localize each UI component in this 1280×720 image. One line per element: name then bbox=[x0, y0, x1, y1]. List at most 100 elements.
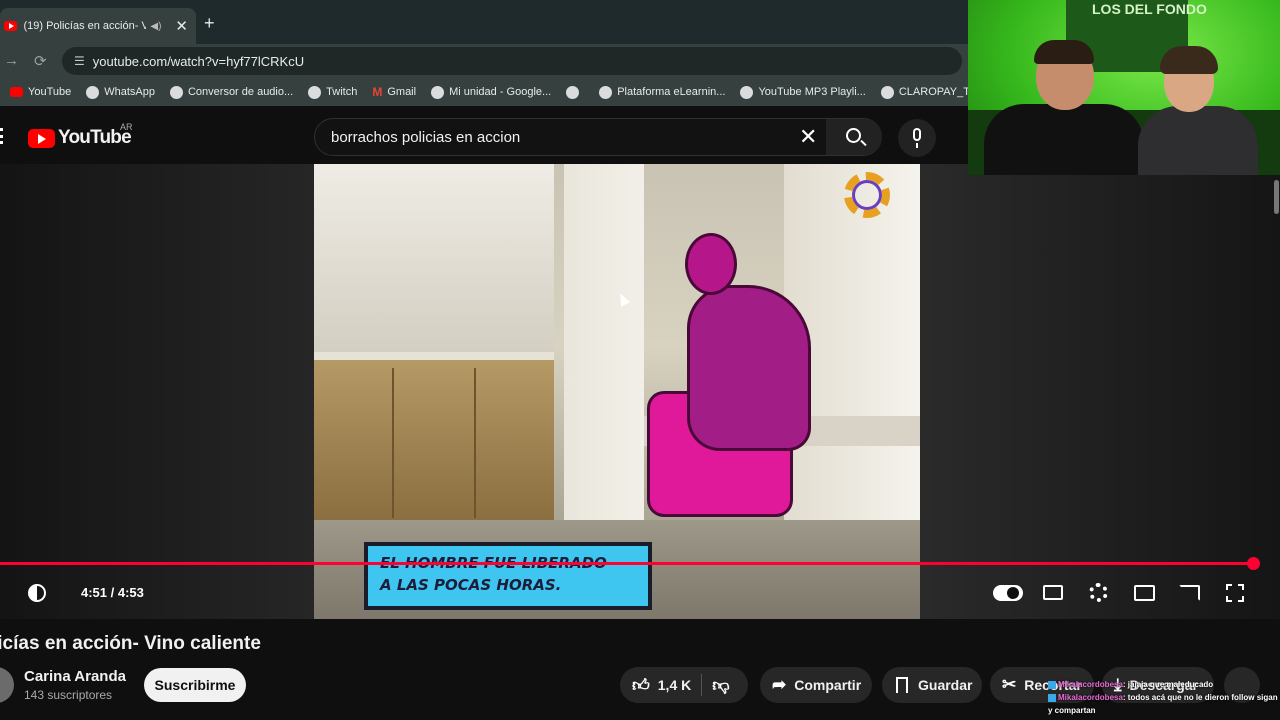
stream-chat: Mikalacordobesa: jajaja que maleducado M… bbox=[1048, 678, 1280, 717]
progress-bar[interactable] bbox=[0, 562, 1254, 565]
bookmark-label: Plataforma eLearnin... bbox=[617, 86, 726, 98]
address-url[interactable]: youtube.com/watch?v=hyf77lCRKcU bbox=[93, 54, 304, 69]
page-scrollbar[interactable] bbox=[1274, 180, 1279, 214]
channel-13-logo bbox=[844, 172, 890, 218]
gear-icon[interactable] bbox=[1089, 583, 1108, 602]
thumbs-down-icon[interactable]: 👎︎ bbox=[712, 675, 729, 696]
search-query[interactable]: borrachos policias en accion bbox=[331, 129, 520, 146]
bookmark-label: Twitch bbox=[326, 86, 358, 98]
bookmark-label: Conversor de audio... bbox=[187, 86, 294, 98]
globe-icon bbox=[566, 85, 580, 99]
scene-pillar bbox=[564, 164, 644, 524]
bookmark-unnamed[interactable] bbox=[566, 85, 584, 99]
streamer-right-hair bbox=[1160, 46, 1218, 74]
channel-name[interactable]: Carina Aranda bbox=[24, 668, 126, 685]
search-button[interactable] bbox=[826, 119, 882, 155]
share-button[interactable]: ➦ Compartir bbox=[760, 667, 872, 703]
subscribe-button[interactable]: Suscribirme bbox=[144, 668, 246, 702]
bookmark-mi-unidad[interactable]: Mi unidad - Google... bbox=[431, 85, 552, 99]
cast-icon[interactable] bbox=[1179, 585, 1200, 601]
scissors-icon: ✂ bbox=[1002, 675, 1017, 694]
bookmark-elearning[interactable]: Plataforma eLearnin... bbox=[599, 85, 726, 99]
globe-icon bbox=[308, 85, 322, 99]
globe-icon bbox=[86, 85, 100, 99]
save-button[interactable]: Guardar bbox=[882, 667, 982, 703]
chat-message: Mikalacordobesa: jajaja que maleducado bbox=[1048, 678, 1280, 691]
chat-user: Mikalacordobesa bbox=[1058, 680, 1123, 689]
tab-close-icon[interactable]: ✕ bbox=[175, 17, 188, 35]
bookmark-label: Gmail bbox=[387, 86, 417, 98]
streamer-left-body bbox=[984, 104, 1144, 175]
highlighted-man-head bbox=[688, 236, 734, 292]
like-count[interactable]: 1,4 K bbox=[658, 677, 691, 693]
video-frame[interactable]: EL HOMBRE FUE LIBERADO A LAS POCAS HORAS… bbox=[314, 164, 920, 619]
chat-badge-icon bbox=[1048, 693, 1056, 702]
clear-search-icon[interactable]: ✕ bbox=[799, 124, 817, 150]
bookmark-label: YouTube MP3 Playli... bbox=[758, 86, 866, 98]
tab-title: (19) Policías en acción- Vino caliente -… bbox=[23, 20, 147, 32]
avatar[interactable] bbox=[0, 667, 14, 703]
streamer-left-hair bbox=[1034, 40, 1094, 64]
progress-scrubber[interactable] bbox=[1247, 557, 1260, 570]
caption-line: A LAS POCAS HORAS. bbox=[380, 576, 562, 594]
video-caption-box: EL HOMBRE FUE LIBERADO A LAS POCAS HORAS… bbox=[364, 542, 652, 610]
youtube-logo[interactable]: YouTube AR bbox=[28, 122, 133, 149]
youtube-play-icon bbox=[28, 128, 55, 148]
region-code: AR bbox=[120, 122, 133, 132]
divider bbox=[701, 674, 703, 696]
browser-tab[interactable]: (19) Policías en acción- Vino caliente -… bbox=[0, 8, 196, 44]
search-icon bbox=[846, 128, 861, 143]
save-label: Guardar bbox=[918, 677, 973, 693]
globe-icon bbox=[169, 85, 183, 99]
thumbs-up-icon[interactable]: 👍︎ bbox=[632, 675, 650, 696]
chat-message: Mikalacordobesa: todos acá que no le die… bbox=[1048, 691, 1280, 717]
chat-text: : jajaja que maleducado bbox=[1122, 680, 1214, 689]
streamer-webcam: LOS DEL FONDO bbox=[968, 0, 1280, 175]
address-bar[interactable]: ☰ youtube.com/watch?v=hyf77lCRKcU bbox=[62, 47, 962, 75]
chat-user: Mikalacordobesa bbox=[1058, 693, 1123, 702]
share-icon: ➦ bbox=[772, 675, 787, 694]
microphone-icon bbox=[913, 128, 921, 141]
bookmark-gmail[interactable]: M Gmail bbox=[372, 85, 416, 99]
video-title: licías en acción- Vino caliente bbox=[0, 633, 261, 654]
bookmark-label: YouTube bbox=[28, 86, 72, 98]
site-settings-icon[interactable]: ☰ bbox=[74, 54, 85, 68]
screen: (19) Policías en acción- Vino caliente -… bbox=[0, 0, 1280, 720]
autoplay-toggle[interactable] bbox=[993, 585, 1023, 601]
guide-menu-icon[interactable] bbox=[0, 128, 4, 144]
microphone-stem bbox=[916, 143, 918, 148]
scene-wall bbox=[314, 164, 554, 364]
share-label: Compartir bbox=[794, 677, 862, 693]
miniplayer-icon[interactable] bbox=[1134, 585, 1155, 601]
bookmark-label: Mi unidad - Google... bbox=[449, 86, 552, 98]
player-letterbox-right bbox=[920, 164, 1280, 619]
bookmark-conversor[interactable]: Conversor de audio... bbox=[169, 85, 294, 99]
globe-icon bbox=[880, 85, 894, 99]
new-tab-button[interactable]: + bbox=[204, 13, 215, 34]
counter-seam bbox=[474, 368, 476, 518]
video-player[interactable]: EL HOMBRE FUE LIBERADO A LAS POCAS HORAS… bbox=[0, 164, 1280, 619]
bookmark-icon bbox=[896, 677, 908, 693]
youtube-icon bbox=[10, 87, 23, 97]
subscriber-count: 143 suscriptores bbox=[24, 688, 113, 702]
time-display: 4:51 / 4:53 bbox=[81, 585, 144, 600]
subtitles-icon[interactable] bbox=[1043, 585, 1063, 600]
bookmark-mp3-playlist[interactable]: YouTube MP3 Playli... bbox=[740, 85, 866, 99]
gmail-icon: M bbox=[372, 85, 383, 99]
volume-icon[interactable] bbox=[28, 584, 46, 602]
voice-search-button[interactable] bbox=[898, 119, 936, 157]
video-caption: EL HOMBRE FUE LIBERADO A LAS POCAS HORAS… bbox=[368, 546, 648, 606]
forward-icon[interactable]: → bbox=[4, 52, 19, 69]
search-input[interactable]: borrachos policias en accion ✕ bbox=[314, 118, 882, 156]
bookmark-label: WhatsApp bbox=[104, 86, 155, 98]
bookmark-twitch[interactable]: Twitch bbox=[308, 85, 358, 99]
youtube-favicon-icon bbox=[4, 21, 18, 31]
like-dislike-group: 👍︎ 1,4 K 👎︎ bbox=[620, 667, 748, 703]
globe-icon bbox=[599, 85, 613, 99]
tab-audio-icon[interactable]: ◀) bbox=[150, 21, 161, 32]
fullscreen-icon[interactable] bbox=[1226, 584, 1244, 602]
bookmark-youtube[interactable]: YouTube bbox=[10, 86, 71, 98]
reload-icon[interactable]: ⟳ bbox=[34, 52, 47, 70]
poster-text: LOS DEL FONDO bbox=[1092, 1, 1207, 17]
bookmark-whatsapp[interactable]: WhatsApp bbox=[86, 85, 155, 99]
